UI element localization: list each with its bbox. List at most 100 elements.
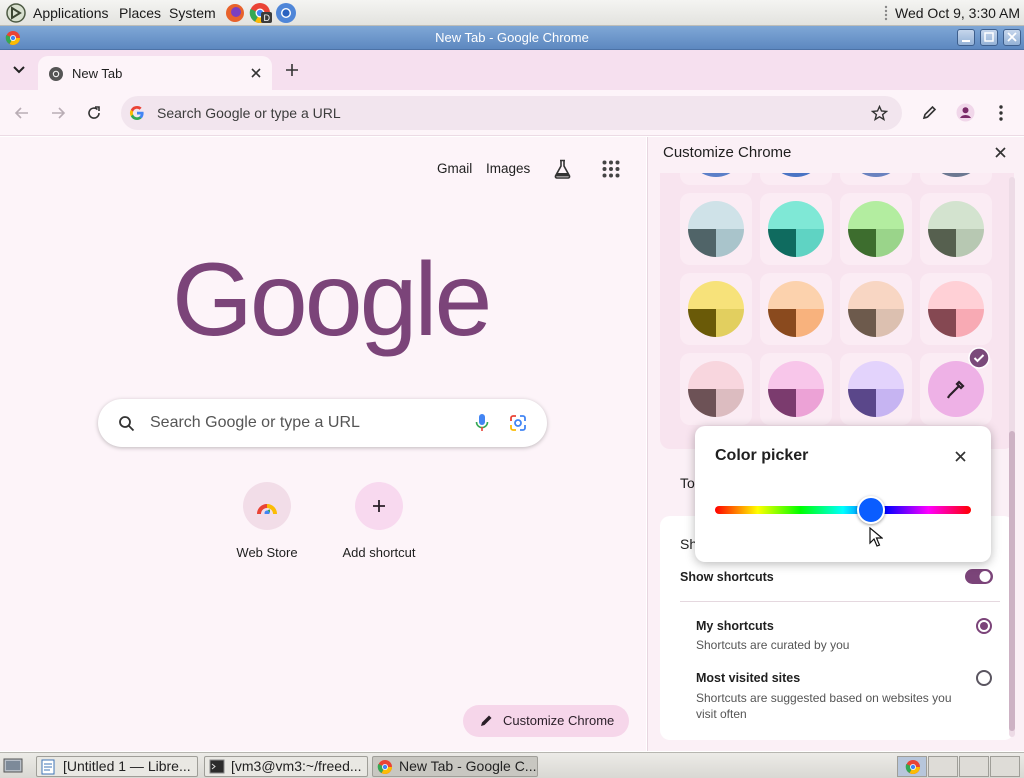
clock[interactable]: Wed Oct 9, 3:30 AM [895, 5, 1020, 21]
color-picker-title: Color picker [715, 447, 809, 464]
show-shortcuts-toggle[interactable] [965, 568, 993, 585]
profile-avatar-icon[interactable] [956, 103, 975, 122]
gmail-link[interactable]: Gmail [437, 161, 472, 176]
taskbar-item-libreoffice[interactable]: [Untitled 1 — Libre... [36, 756, 198, 777]
bottom-taskbar: [Untitled 1 — Libre... [vm3@vm3:~/freed.… [0, 752, 1024, 778]
add-shortcut-label[interactable]: Add shortcut [329, 545, 429, 560]
selected-check-icon [968, 347, 990, 369]
ntp-search-placeholder[interactable]: Search Google or type a URL [150, 414, 360, 432]
hue-slider-thumb[interactable] [857, 496, 886, 524]
new-tab-plus-icon[interactable] [284, 62, 300, 78]
my-shortcuts-title: My shortcuts [696, 619, 774, 633]
web-store-shortcut-tile[interactable] [243, 482, 291, 530]
panel-scrollbar-thumb[interactable] [1009, 431, 1015, 731]
google-g-icon [129, 105, 145, 121]
color-picker-dialog: Color picker [695, 426, 991, 562]
color-swatch[interactable] [760, 173, 832, 185]
customize-chrome-button[interactable]: Customize Chrome [463, 705, 629, 737]
color-swatch[interactable] [760, 353, 832, 425]
color-swatch[interactable] [840, 353, 912, 425]
most-visited-radio[interactable] [976, 670, 992, 686]
menu-system[interactable]: System [169, 5, 216, 21]
maximize-button[interactable] [980, 29, 998, 46]
show-shortcuts-label: Show shortcuts [680, 570, 774, 584]
color-swatch[interactable] [840, 273, 912, 345]
menu-places[interactable]: Places [119, 5, 161, 21]
radio-selected-dot [980, 622, 988, 630]
window-title: New Tab - Google Chrome [435, 30, 589, 45]
chrome-icon [377, 759, 393, 775]
color-swatch[interactable] [840, 193, 912, 265]
color-swatch[interactable] [680, 353, 752, 425]
my-shortcuts-subtitle: Shortcuts are curated by you [696, 638, 850, 652]
close-tab-icon[interactable] [249, 66, 263, 80]
swatch-circle [928, 361, 984, 417]
close-panel-icon[interactable] [994, 146, 1007, 159]
chrome-tab-icon [48, 66, 64, 82]
forward-arrow-icon[interactable] [50, 105, 66, 121]
color-swatch[interactable] [920, 173, 992, 185]
color-swatch[interactable] [760, 193, 832, 265]
google-lens-icon[interactable] [509, 414, 527, 432]
reload-icon[interactable] [86, 105, 102, 121]
chrome-workspace-icon [905, 759, 921, 775]
hue-slider-track[interactable] [715, 506, 971, 514]
taskbar-item-chrome[interactable]: New Tab - Google C... [372, 756, 538, 777]
color-swatch[interactable] [840, 173, 912, 185]
color-swatch[interactable] [680, 273, 752, 345]
chromium-launcher-icon[interactable] [275, 2, 297, 24]
color-swatch[interactable] [680, 173, 752, 185]
taskbar-item-label: [vm3@vm3:~/freed... [231, 758, 362, 774]
swatch-circle [848, 201, 904, 257]
add-shortcut-tile[interactable] [355, 482, 403, 530]
menu-applications[interactable]: Applications [33, 5, 109, 21]
apps-grid-icon[interactable] [602, 160, 620, 178]
tab-search-chevron-icon[interactable] [12, 64, 26, 76]
my-shortcuts-radio[interactable] [976, 618, 992, 634]
chrome-web-store-icon [257, 502, 277, 514]
close-window-button[interactable] [1003, 29, 1021, 46]
google-logo: Google [172, 242, 492, 358]
ntp-search-box[interactable]: Search Google or type a URL [98, 399, 547, 447]
swatch-circle [688, 361, 744, 417]
tab-new-tab[interactable]: New Tab [38, 56, 272, 90]
taskbar-item-terminal[interactable]: [vm3@vm3:~/freed... [204, 756, 368, 777]
customize-chrome-label[interactable]: Customize Chrome [503, 713, 614, 728]
color-swatch[interactable] [680, 193, 752, 265]
color-swatch-grid [660, 173, 1014, 449]
mouse-cursor-icon [869, 527, 883, 547]
omnibox[interactable]: Search Google or type a URL [121, 96, 902, 130]
color-swatch[interactable] [760, 273, 832, 345]
eyedropper-icon [947, 380, 965, 399]
workspace-2[interactable] [928, 756, 958, 777]
toolbar-section-title: To [680, 475, 695, 491]
web-store-shortcut-label[interactable]: Web Store [226, 545, 308, 560]
show-desktop-icon[interactable] [3, 757, 23, 775]
chrome-dev-launcher-icon[interactable]: D [249, 2, 273, 24]
firefox-launcher-icon[interactable] [225, 3, 245, 23]
close-picker-icon[interactable] [954, 450, 967, 463]
customize-pencil-icon[interactable] [921, 104, 938, 121]
workspace-4[interactable] [990, 756, 1020, 777]
chrome-menu-icon[interactable] [998, 104, 1004, 122]
color-swatch[interactable] [920, 273, 992, 345]
minimize-button[interactable] [957, 29, 975, 46]
voice-search-mic-icon[interactable] [475, 413, 489, 433]
new-tab-page: Gmail Images Google Search Google or typ… [0, 137, 646, 751]
browser-toolbar: Search Google or type a URL [0, 90, 1024, 136]
swatch-circle [768, 281, 824, 337]
workspace-3[interactable] [959, 756, 989, 777]
bookmark-star-icon[interactable] [871, 105, 888, 121]
tab-strip: New Tab [0, 50, 1024, 90]
color-swatch[interactable] [920, 193, 992, 265]
back-arrow-icon[interactable] [14, 105, 30, 121]
labs-flask-icon[interactable] [553, 159, 572, 179]
custom-color-swatch[interactable] [920, 347, 992, 425]
images-link[interactable]: Images [486, 161, 530, 176]
omnibox-placeholder[interactable]: Search Google or type a URL [157, 105, 341, 121]
panel-scrollbar-track[interactable] [1009, 177, 1015, 737]
workspace-1[interactable] [897, 756, 927, 777]
gnome-foot-icon[interactable] [6, 3, 26, 23]
svg-text:D: D [264, 13, 271, 23]
window-titlebar[interactable]: New Tab - Google Chrome [0, 26, 1024, 50]
